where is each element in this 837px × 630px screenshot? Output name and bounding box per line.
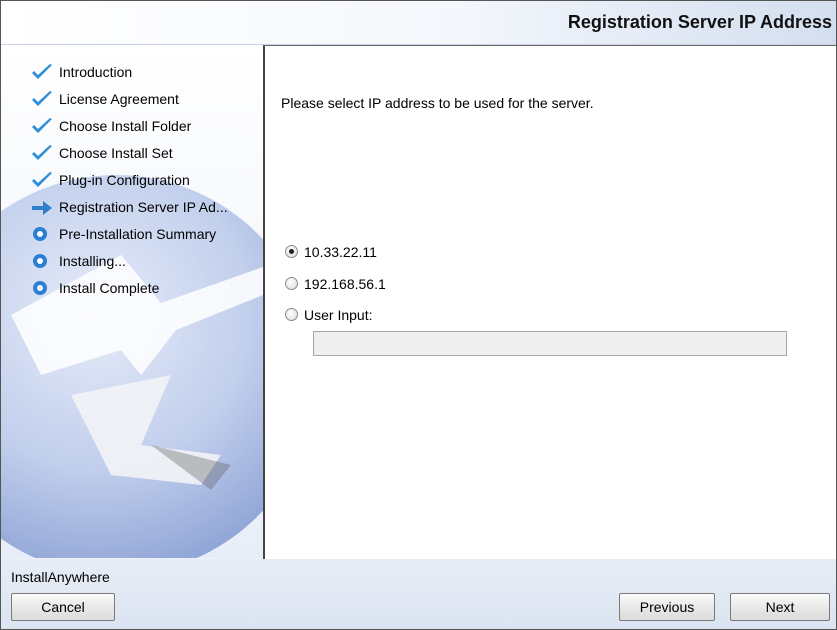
footer-bar: InstallAnywhere Cancel Previous Next [1,559,836,629]
checkmark-icon [31,145,53,163]
brand-label: InstallAnywhere [11,569,110,585]
step-label: License Agreement [59,91,179,107]
step-label: Choose Install Set [59,145,173,161]
step-label: Registration Server IP Ad... [59,199,228,215]
step-item: Pre-Installation Summary [31,226,228,253]
bullet-circle-icon [31,226,53,244]
step-label: Plug-in Configuration [59,172,190,188]
step-item: License Agreement [31,91,228,118]
radio-unselected-icon[interactable] [285,277,298,290]
user-input-field[interactable] [313,331,787,356]
bullet-circle-icon [31,280,53,298]
previous-button[interactable]: Previous [619,593,715,621]
steps-sidebar: Introduction License Agreement Choose Inst… [1,45,263,558]
page-title: Registration Server IP Address [567,12,832,32]
radio-selected-icon[interactable] [285,245,298,258]
radio-unselected-icon[interactable] [285,308,298,321]
step-item: Install Complete [31,280,228,307]
step-item: Choose Install Set [31,145,228,172]
step-label: Introduction [59,64,133,80]
step-item: Introduction [31,64,228,91]
step-label: Choose Install Folder [59,118,192,134]
step-label: Install Complete [59,280,160,296]
step-item: Choose Install Folder [31,118,228,145]
next-button[interactable]: Next [730,593,830,621]
checkmark-icon [31,64,53,82]
ip-option-label: User Input: [304,307,373,323]
installer-window: Registration Server IP Address Introduct… [0,0,837,630]
content-panel: Please select IP address to be used for … [263,45,836,560]
ip-option-label: 10.33.22.11 [304,244,377,260]
cancel-button[interactable]: Cancel [11,593,115,621]
checkmark-icon [31,91,53,109]
step-item: Plug-in Configuration [31,172,228,199]
checkmark-icon [31,118,53,136]
checkmark-icon [31,172,53,190]
step-label: Installing... [59,253,126,269]
steps-list: Introduction License Agreement Choose Inst… [31,64,228,307]
ip-option-label: 192.168.56.1 [304,276,386,292]
step-item: Registration Server IP Ad... [31,199,228,226]
step-label: Pre-Installation Summary [59,226,217,242]
step-item: Installing... [31,253,228,280]
arrow-right-icon [31,199,53,217]
header-bar: Registration Server IP Address [1,1,836,45]
instruction-text: Please select IP address to be used for … [281,95,594,111]
bullet-circle-icon [31,253,53,271]
